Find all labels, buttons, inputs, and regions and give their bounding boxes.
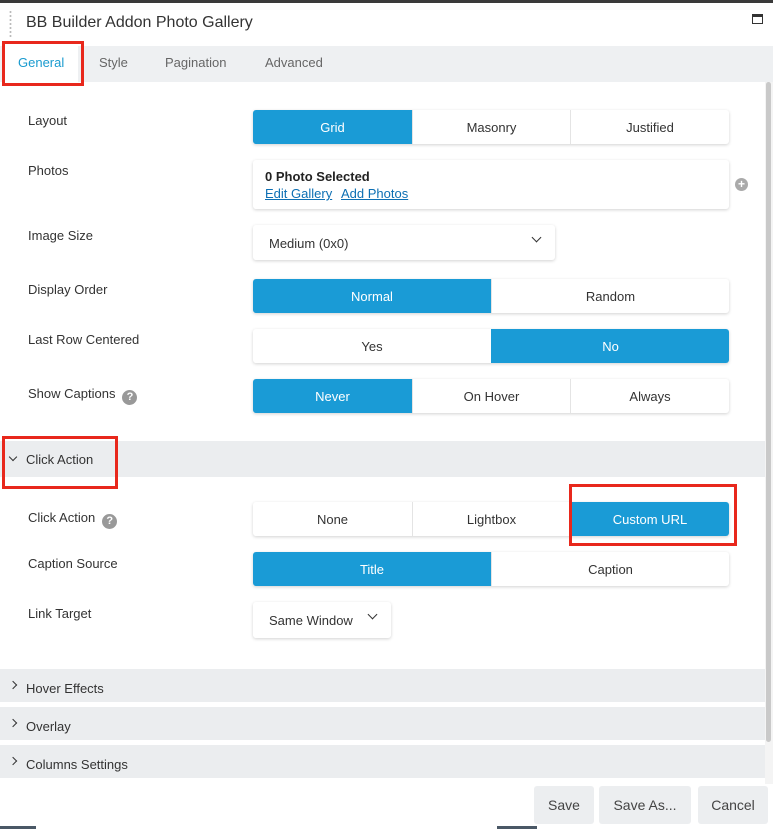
tab-bar: General Style Pagination Advanced [0, 46, 773, 82]
help-icon[interactable]: ? [122, 390, 138, 405]
cancel-button[interactable]: Cancel [698, 786, 768, 824]
click-action-label-text: Click Action [28, 510, 96, 525]
last-row-centered-label: Last Row Centered [28, 332, 140, 347]
panel-title: BB Builder Addon Photo Gallery [26, 14, 253, 31]
captions-option-never[interactable]: Never [253, 379, 412, 413]
save-as-button[interactable]: Save As... [599, 786, 691, 824]
maximize-icon[interactable] [752, 14, 763, 24]
click-action-toggle: None Lightbox Custom URL [253, 502, 729, 536]
layout-label: Layout [28, 113, 68, 128]
section-hover-effects-title: Hover Effects [26, 681, 104, 696]
image-size-label: Image Size [28, 228, 94, 243]
add-icon[interactable]: + [735, 178, 748, 191]
last-row-option-yes[interactable]: Yes [253, 329, 491, 363]
display-order-option-random[interactable]: Random [491, 279, 729, 313]
show-captions-label: Show Captions? [28, 386, 138, 405]
chevron-right-icon [8, 756, 18, 766]
caption-source-label: Caption Source [28, 556, 118, 571]
tab-advanced[interactable]: Advanced [265, 46, 323, 82]
tab-style[interactable]: Style [99, 46, 128, 82]
chevron-right-icon [8, 718, 18, 728]
add-photos-link[interactable]: Add Photos [341, 186, 408, 201]
scrollbar-thumb[interactable] [766, 82, 771, 742]
show-captions-toggle: Never On Hover Always [253, 379, 729, 413]
captions-option-always[interactable]: Always [570, 379, 729, 413]
tab-general[interactable]: General [4, 46, 79, 82]
last-row-option-no[interactable]: No [491, 329, 729, 363]
settings-content: Layout Grid Masonry Justified Photos 0 P… [0, 82, 773, 784]
panel-titlebar: BB Builder Addon Photo Gallery [0, 3, 773, 46]
section-click-action[interactable]: Click Action [0, 441, 765, 477]
section-overlay-title: Overlay [26, 719, 71, 734]
edit-gallery-link[interactable]: Edit Gallery [265, 186, 332, 201]
display-order-label: Display Order [28, 282, 108, 297]
section-columns-settings[interactable]: Columns Settings [0, 745, 765, 778]
chevron-right-icon [8, 680, 18, 690]
section-hover-effects[interactable]: Hover Effects [0, 669, 765, 702]
section-columns-settings-title: Columns Settings [26, 757, 128, 772]
section-overlay[interactable]: Overlay [0, 707, 765, 740]
caption-source-toggle: Title Caption [253, 552, 729, 586]
click-action-option-custom-url[interactable]: Custom URL [570, 502, 729, 536]
section-click-action-title: Click Action [26, 452, 94, 467]
layout-option-justified[interactable]: Justified [570, 110, 729, 144]
link-target-label: Link Target [28, 606, 92, 621]
chevron-down-icon [8, 452, 18, 462]
tab-pagination[interactable]: Pagination [165, 46, 226, 82]
drag-handle-icon[interactable] [8, 10, 13, 38]
layout-option-grid[interactable]: Grid [253, 110, 412, 144]
show-captions-label-text: Show Captions [28, 386, 116, 401]
photos-label: Photos [28, 163, 69, 178]
help-icon[interactable]: ? [102, 514, 118, 529]
footer-bar: Save Save As... Cancel [0, 784, 773, 829]
captions-option-on-hover[interactable]: On Hover [412, 379, 570, 413]
caption-source-option-caption[interactable]: Caption [491, 552, 729, 586]
caption-source-option-title[interactable]: Title [253, 552, 491, 586]
layout-toggle: Grid Masonry Justified [253, 110, 729, 144]
click-action-label: Click Action? [28, 510, 118, 529]
display-order-option-normal[interactable]: Normal [253, 279, 491, 313]
click-action-option-lightbox[interactable]: Lightbox [412, 502, 570, 536]
chevron-down-icon [367, 609, 378, 620]
image-size-value: Medium (0x0) [269, 236, 349, 251]
link-target-value: Same Window [269, 613, 353, 628]
click-action-option-none[interactable]: None [253, 502, 412, 536]
image-size-select[interactable]: Medium (0x0) [253, 225, 555, 260]
save-button[interactable]: Save [534, 786, 594, 824]
link-target-select[interactable]: Same Window [253, 602, 391, 638]
last-row-centered-toggle: Yes No [253, 329, 729, 363]
display-order-toggle: Normal Random [253, 279, 729, 313]
photo-count: 0 Photo Selected [265, 169, 370, 184]
layout-option-masonry[interactable]: Masonry [412, 110, 570, 144]
photos-field: 0 Photo Selected Edit Gallery Add Photos [253, 160, 729, 209]
chevron-down-icon [531, 232, 542, 243]
